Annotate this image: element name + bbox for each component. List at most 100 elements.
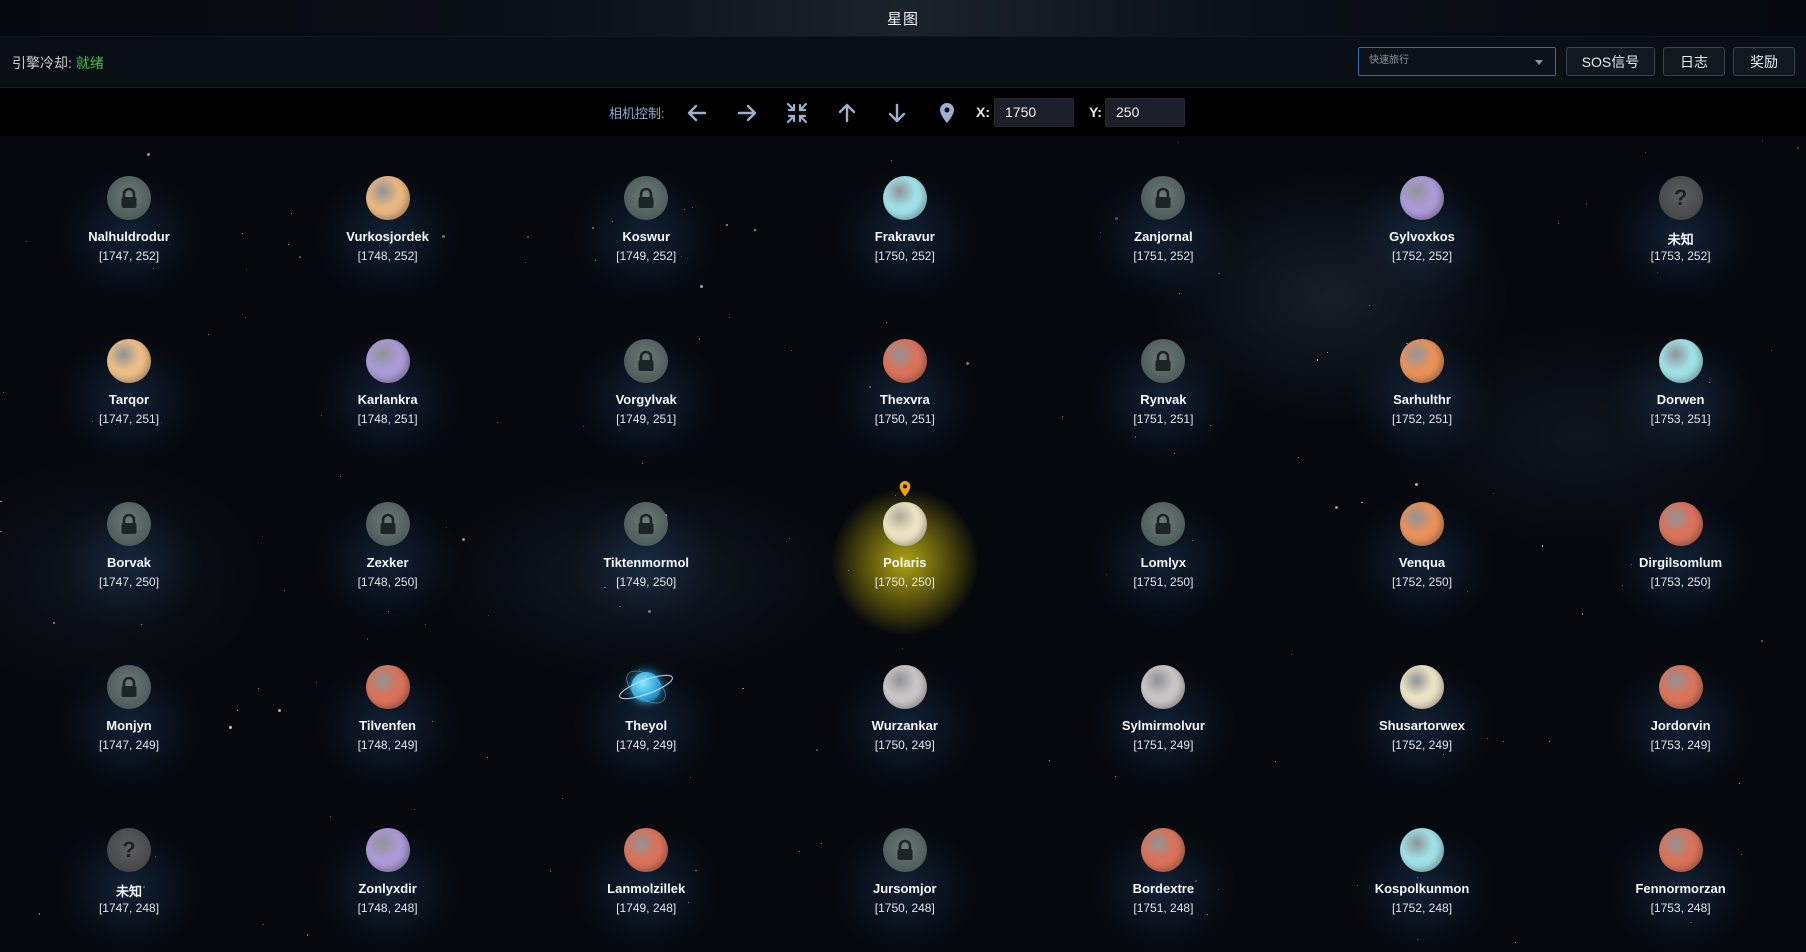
planet-glow: [1063, 798, 1264, 952]
planet-cell[interactable]: Lomlyx [1751, 250]: [1063, 472, 1264, 662]
x-label: X:: [976, 104, 990, 120]
background-star: [1797, 147, 1799, 149]
planet-coordinates: [1748, 252]: [357, 249, 418, 263]
background-star: [258, 688, 260, 690]
planet-cell[interactable]: Zanjornal [1751, 252]: [1063, 146, 1264, 336]
lock-icon: [107, 665, 151, 709]
background-star: [1644, 151, 1646, 153]
sos-button[interactable]: SOS信号: [1566, 47, 1655, 76]
planet-icon: [1658, 665, 1703, 709]
planet-cell[interactable]: Karlankra [1748, 251]: [287, 309, 488, 499]
planet-cell[interactable]: Tiktenmormol [1749, 250]: [546, 472, 747, 662]
planet-cell[interactable]: Borvak [1747, 250]: [29, 472, 229, 662]
planet-cell[interactable]: Fennormorzan [1753, 248]: [1580, 798, 1781, 952]
lock-icon: [624, 502, 669, 546]
planet-cell[interactable]: Vurkosjordek [1748, 252]: [287, 146, 488, 336]
planet-coordinates: [1752, 251]: [1391, 412, 1453, 426]
planet-cell[interactable]: Kospolkunmon [1752, 248]: [1322, 798, 1522, 952]
planet-cell[interactable]: Sylmirmolvur [1751, 249]: [1063, 635, 1264, 825]
planet-cell[interactable]: Zonlyxdir [1748, 248]: [287, 798, 488, 952]
background-star: [284, 589, 286, 591]
background-star: [262, 923, 264, 926]
planet-cell[interactable]: Zexker [1748, 250]: [287, 472, 488, 662]
planet-name: Sarhulthr: [1393, 392, 1451, 407]
rewards-button[interactable]: 奖励: [1733, 47, 1795, 76]
background-star: [1415, 483, 1419, 487]
planet-icon: [1658, 339, 1703, 383]
planet-cell[interactable]: ? 未知 [1753, 252]: [1580, 146, 1781, 336]
planet-coordinates: [1748, 248]: [357, 901, 418, 915]
arrow-down-icon[interactable]: [884, 100, 910, 126]
planet-cell[interactable]: Monjyn [1747, 249]: [29, 635, 229, 825]
planet-coordinates: [1747, 248]: [98, 901, 160, 915]
background-star: [1762, 140, 1764, 142]
planet-coordinates: [1751, 252]: [1133, 249, 1194, 263]
planet-icon: [1400, 828, 1444, 872]
lock-icon: [365, 502, 410, 546]
planet-name: Jursomjor: [873, 881, 937, 896]
planet-icon: [1658, 502, 1703, 546]
arrow-right-icon[interactable]: [734, 100, 760, 126]
background-star: [245, 269, 247, 271]
planet-icon: [1400, 339, 1444, 383]
planet-name: Sylmirmolvur: [1121, 718, 1205, 733]
planet-cell[interactable]: Lanmolzillek [1749, 248]: [546, 798, 747, 952]
planet-coordinates: [1751, 250]: [1133, 575, 1194, 589]
planet-coordinates: [1750, 250]: [874, 575, 935, 589]
planet-coordinates: [1749, 252]: [616, 249, 677, 263]
background-star: [1049, 760, 1051, 762]
planet-icon: [107, 339, 151, 383]
lock-icon: [624, 339, 669, 383]
center-view-icon[interactable]: [784, 100, 810, 126]
planet-name: Nalhuldrodur: [88, 229, 170, 244]
planet-name: Theyol: [625, 718, 668, 733]
planet-cell[interactable]: Wurzankar [1750, 249]: [804, 635, 1005, 825]
quick-travel-select[interactable]: 快速旅行: [1358, 47, 1556, 76]
location-pin-icon[interactable]: [934, 100, 960, 126]
planet-cell[interactable]: Bordextre [1751, 248]: [1063, 798, 1264, 952]
lock-icon: [882, 828, 927, 872]
planet-cell[interactable]: Dirgilsomlum [1753, 250]: [1580, 472, 1781, 662]
planet-coordinates: [1748, 250]: [357, 575, 418, 589]
planet-cell[interactable]: ? 未知 [1747, 248]: [29, 798, 229, 952]
y-coordinate-input[interactable]: 250: [1105, 98, 1185, 127]
planet-cell[interactable]: Dorwen [1753, 251]: [1580, 309, 1781, 499]
planet-cell[interactable]: Frakravur [1750, 252]: [804, 146, 1005, 336]
planet-name: 未知: [1667, 232, 1694, 247]
planet-cell[interactable]: Polaris [1750, 250]: [804, 472, 1005, 662]
arrow-left-icon[interactable]: [684, 100, 710, 126]
planet-coordinates: [1753, 249]: [1650, 738, 1711, 752]
planet-cell[interactable]: Koswur [1749, 252]: [546, 146, 747, 336]
planet-cell[interactable]: Jordorvin [1753, 249]: [1580, 635, 1781, 825]
lock-icon: [624, 176, 669, 220]
planet-cell[interactable]: Theyol [1749, 249]: [546, 635, 747, 825]
planet-cell[interactable]: Thexvra [1750, 251]: [804, 309, 1005, 499]
planet-cell[interactable]: Sarhulthr [1752, 251]: [1322, 309, 1522, 499]
planet-cell[interactable]: Jursomjor [1750, 248]: [804, 798, 1005, 952]
background-star: [1275, 761, 1277, 763]
background-star: [244, 317, 246, 319]
planet-cell[interactable]: Nalhuldrodur [1747, 252]: [29, 146, 229, 336]
background-star: [527, 236, 529, 238]
planet-name: Wurzankar: [871, 718, 938, 733]
planet-coordinates: [1753, 251]: [1650, 412, 1711, 426]
planet-cell[interactable]: Rynvak [1751, 251]: [1063, 309, 1264, 499]
star-map[interactable]: Nalhuldrodur [1747, 252] Vurkosjordek [1748…: [0, 136, 1806, 952]
camera-controls: 相机控制: X: 1750 Y: 250: [0, 88, 1806, 136]
background-star: [340, 475, 342, 477]
planet-name: Karlankra: [357, 392, 418, 407]
arrow-up-icon[interactable]: [834, 100, 860, 126]
planet-cell[interactable]: Vorgylvak [1749, 251]: [546, 309, 747, 499]
log-button[interactable]: 日志: [1663, 47, 1725, 76]
planet-cell[interactable]: Gylvoxkos [1752, 252]: [1322, 146, 1522, 336]
planet-icon: [365, 828, 410, 872]
planet-cell[interactable]: Tarqor [1747, 251]: [29, 309, 229, 499]
planet-cell[interactable]: Tilvenfen [1748, 249]: [287, 635, 488, 825]
planet-name: Zexker: [366, 555, 409, 570]
background-star: [562, 797, 564, 799]
planet-cell[interactable]: Shusartorwex [1752, 249]: [1322, 635, 1522, 825]
planet-cell[interactable]: Venqua [1752, 250]: [1322, 472, 1522, 662]
planet-coordinates: [1748, 249]: [357, 738, 418, 752]
background-star: [237, 710, 239, 712]
x-coordinate-input[interactable]: 1750: [994, 98, 1074, 127]
